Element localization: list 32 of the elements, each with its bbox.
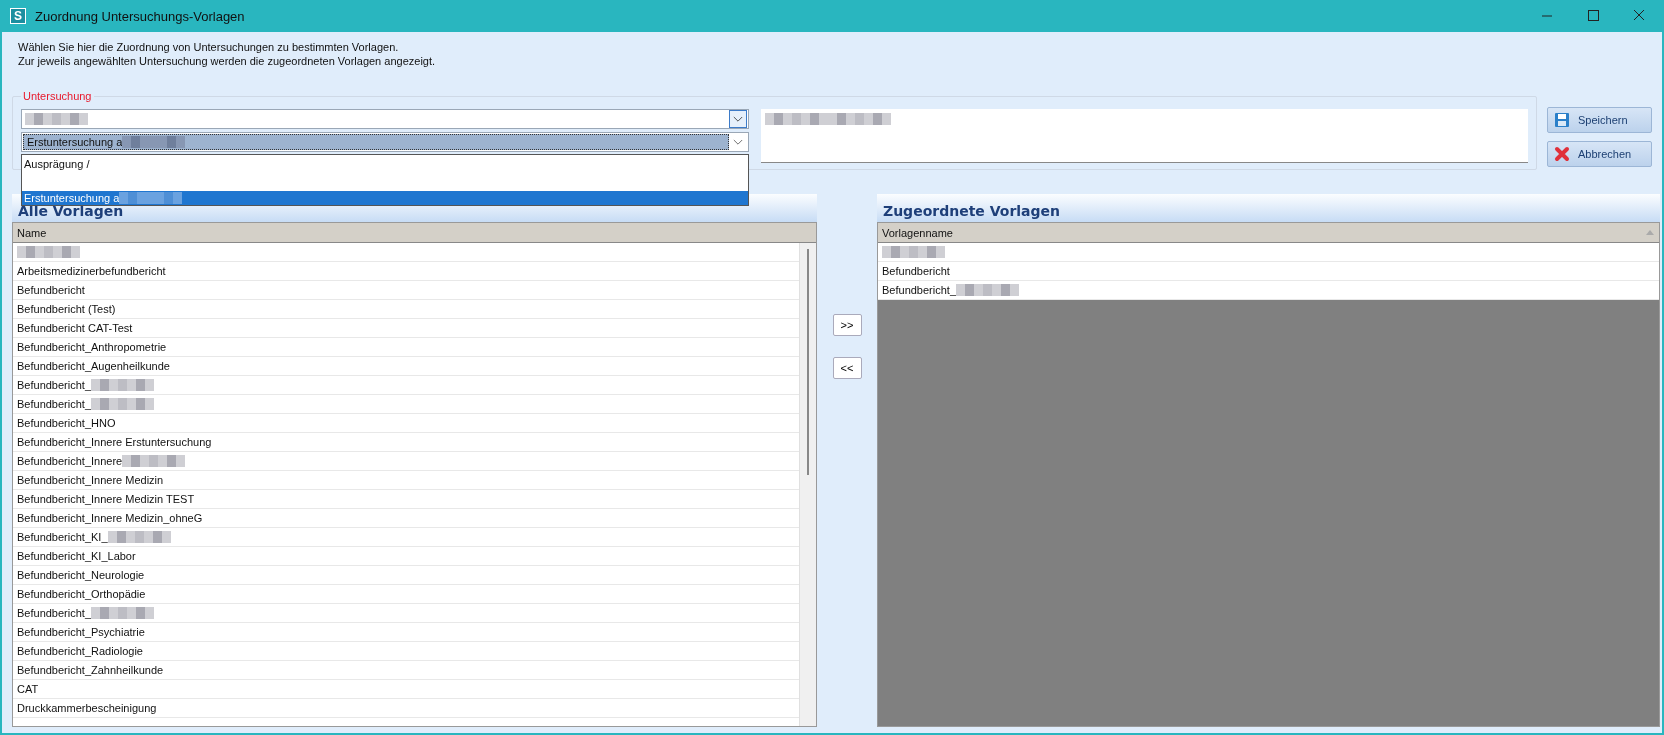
table-row[interactable]: Befundbericht_ bbox=[878, 281, 1659, 300]
group-label: Untersuchung bbox=[21, 90, 94, 102]
sort-arrow-icon bbox=[1646, 230, 1654, 235]
app-logo-icon: S bbox=[10, 8, 26, 24]
table-row[interactable]: Befundbericht_ bbox=[13, 604, 799, 623]
dropdown-caret-icon[interactable] bbox=[729, 110, 747, 128]
add-button[interactable]: >> bbox=[832, 314, 862, 336]
table-row[interactable]: Befundbericht bbox=[878, 262, 1659, 281]
panel-title: Alle Vorlagen bbox=[18, 203, 124, 219]
column-header[interactable]: Vorlagenname bbox=[878, 223, 1659, 243]
column-header[interactable]: Name bbox=[13, 223, 816, 243]
cancel-button[interactable]: Abbrechen bbox=[1547, 141, 1652, 167]
details-text-field[interactable] bbox=[761, 109, 1528, 163]
window-title: Zuordnung Untersuchungs-Vorlagen bbox=[35, 8, 245, 24]
untersuchung-combo[interactable]: Erstuntersuchung a bbox=[21, 132, 749, 152]
panel-title: Zugeordnete Vorlagen bbox=[883, 203, 1061, 219]
table-row[interactable]: Befundbericht_ bbox=[13, 395, 799, 414]
cross-icon bbox=[1554, 146, 1570, 162]
table-row[interactable]: Befundbericht_ bbox=[13, 376, 799, 395]
table-row[interactable] bbox=[13, 243, 799, 262]
table-row[interactable]: Befundbericht_KI_ bbox=[13, 528, 799, 547]
instruction-text: Wählen Sie hier die Zuordnung von Untersuchungen zu bestimmten Vorlagen. bbox=[18, 40, 400, 54]
untersuchung-combo[interactable] bbox=[21, 109, 749, 129]
scrollbar[interactable] bbox=[799, 243, 816, 726]
dropdown-option[interactable]: Ausprägung / bbox=[22, 157, 748, 171]
table-row[interactable] bbox=[878, 243, 1659, 262]
scrollbar-thumb[interactable] bbox=[807, 249, 809, 475]
table-row[interactable]: Befundbericht_Innere bbox=[13, 452, 799, 471]
save-button[interactable]: Speichern bbox=[1547, 107, 1652, 133]
instruction-text: Zur jeweils angewählten Untersuchung werden die zugeordneten Vorlagen angezeigt. bbox=[18, 54, 437, 68]
dropdown-option[interactable]: Erstuntersuchung a bbox=[22, 191, 748, 205]
remove-button[interactable]: << bbox=[832, 357, 862, 379]
